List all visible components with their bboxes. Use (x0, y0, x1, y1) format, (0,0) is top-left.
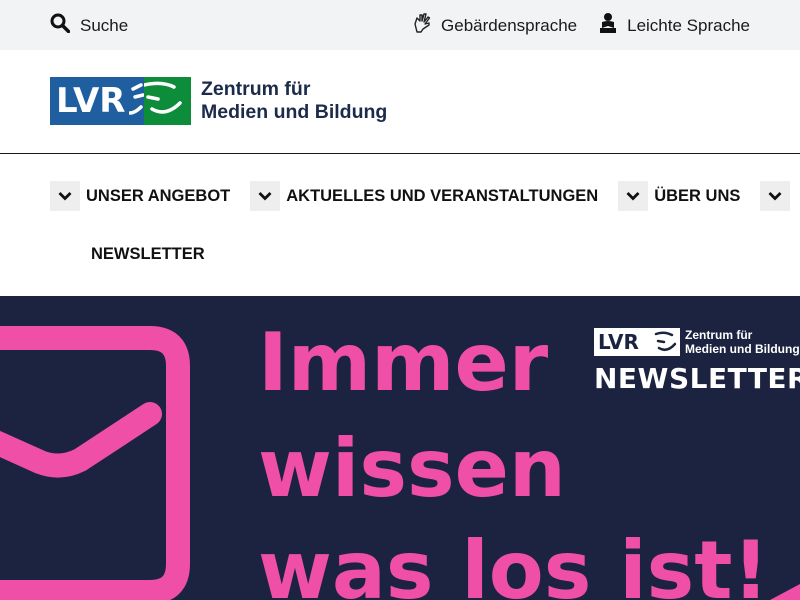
utility-bar: Suche Gebärdensprache Leichte Sprache (0, 0, 800, 50)
site-header: LVR Zentrum für Medien und Bildung (0, 50, 800, 154)
face-profile-icon (129, 83, 145, 115)
main-navigation: UNSER ANGEBOT AKTUELLES UND VERANSTALTUN… (50, 180, 791, 263)
nav-label-newsletter[interactable]: NEWSLETTER (85, 245, 225, 264)
newsletter-badge: LVR Zentrum für Medien und Bildung NEWSL… (594, 328, 800, 395)
search-button[interactable]: Suche (50, 13, 128, 38)
lvr-logo-text: LVR (56, 81, 126, 121)
nav-label-aktuelles[interactable]: AKTUELLES UND VERANSTALTUNGEN (280, 187, 618, 206)
logo-title-line2: Medien und Bildung (201, 101, 388, 123)
badge-title-line2: Medien und Bildung (685, 342, 800, 356)
expand-ueber-uns-button[interactable] (618, 181, 649, 211)
hero-headline-line1: Immer (258, 316, 549, 409)
hero-headline-line2: wissen (258, 422, 566, 515)
search-icon (50, 13, 71, 38)
search-label: Suche (80, 15, 129, 35)
nav-item-unser-angebot: UNSER ANGEBOT (50, 181, 250, 211)
smile-icon (142, 81, 182, 114)
easy-reading-label: Leichte Sprache (627, 15, 750, 35)
badge-lvr-text: LVR (598, 330, 639, 354)
expand-unser-angebot-button[interactable] (50, 181, 80, 211)
badge-title-line1: Zentrum für (685, 328, 753, 342)
lvr-logo-smile (142, 77, 191, 125)
badge-lvr-mark: LVR (594, 328, 654, 356)
expand-newsletter-button[interactable] (760, 181, 791, 211)
nav-item-ueber-uns: ÜBER UNS (618, 181, 760, 211)
envelope-icon (0, 326, 190, 600)
nav-label-ueber-uns[interactable]: ÜBER UNS (648, 187, 760, 206)
easy-reading-icon (597, 12, 619, 39)
badge-heading: NEWSLETTER (594, 362, 800, 395)
logo-title: Zentrum für Medien und Bildung (201, 78, 387, 124)
decorative-stripe (770, 584, 800, 600)
chevron-down-icon (58, 192, 72, 201)
nav-item-aktuelles: AKTUELLES UND VERANSTALTUNGEN (250, 181, 618, 211)
hero-banner[interactable]: Immer wissen was los ist! LVR Zentrum fü… (0, 296, 800, 600)
easy-reading-link[interactable]: Leichte Sprache (597, 12, 750, 39)
badge-smile-icon (654, 328, 680, 356)
nav-label-unser-angebot[interactable]: UNSER ANGEBOT (80, 187, 250, 206)
lvr-logo-mark: LVR (50, 77, 145, 125)
chevron-down-icon (768, 192, 782, 201)
sign-language-label: Gebärdensprache (441, 15, 578, 35)
expand-aktuelles-button[interactable] (250, 181, 281, 211)
sign-language-link[interactable]: Gebärdensprache (411, 12, 577, 39)
badge-title: Zentrum für Medien und Bildung (685, 328, 800, 356)
logo-title-line1: Zentrum für (201, 78, 311, 100)
site-logo[interactable]: LVR Zentrum für Medien und Bildung (50, 77, 387, 125)
nav-item-newsletter (760, 181, 791, 211)
chevron-down-icon (626, 192, 640, 201)
hero-headline-line3: was los ist! (258, 524, 769, 600)
chevron-down-icon (258, 192, 272, 201)
sign-language-icon (411, 12, 433, 39)
